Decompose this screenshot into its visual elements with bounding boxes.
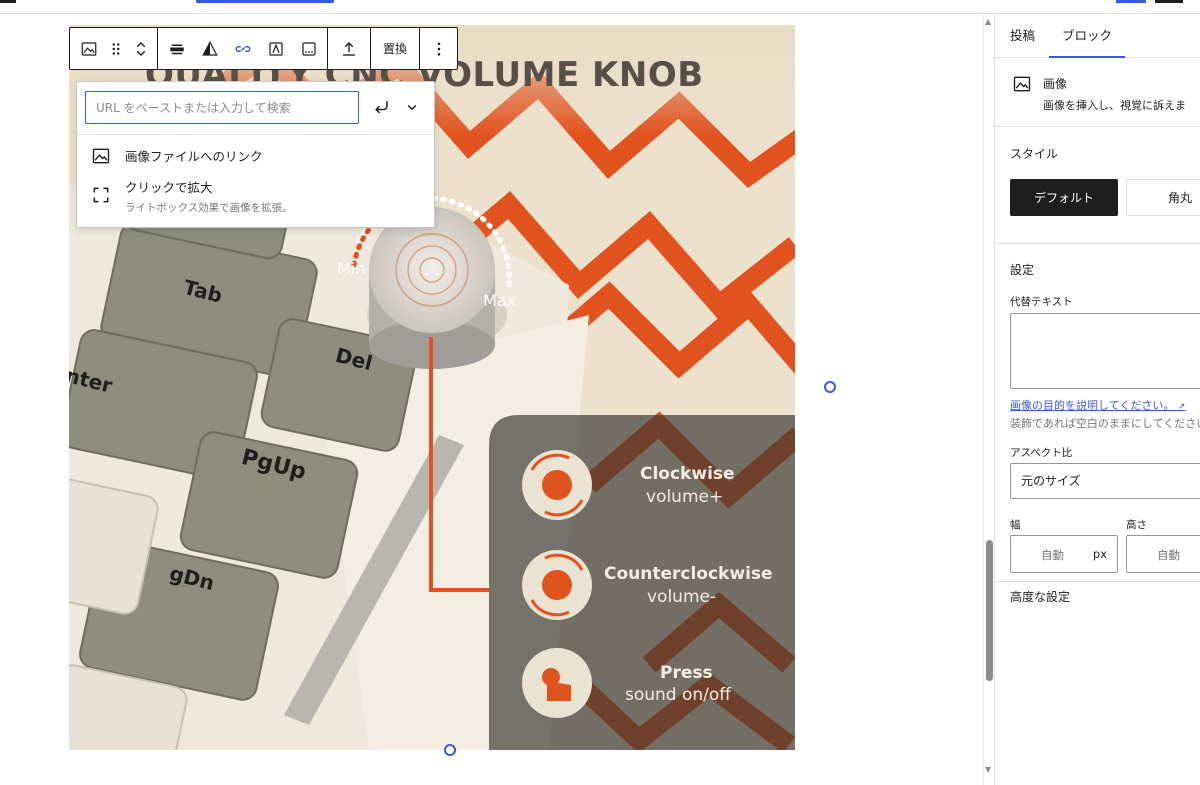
resize-handle-bottom[interactable] bbox=[444, 744, 456, 756]
width-input[interactable]: 自動 px bbox=[1010, 535, 1118, 573]
feature-press-subtitle: sound on/off bbox=[625, 685, 732, 705]
aspect-ratio-label: アスペクト比 bbox=[1010, 447, 1073, 459]
link-submit-button[interactable] bbox=[369, 94, 395, 120]
caption-icon bbox=[301, 41, 316, 56]
move-up-down-button[interactable] bbox=[127, 28, 155, 69]
height-placeholder: 自動 bbox=[1157, 548, 1180, 562]
height-input[interactable]: 自動 bbox=[1126, 535, 1200, 573]
link-settings-toggle[interactable] bbox=[399, 94, 425, 120]
resize-handle-right[interactable] bbox=[824, 381, 836, 393]
settings-sidebar: 投稿 ブロック 画像 画像を挿入し、視覚に訴えま スタイル デフォルト 角丸 設… bbox=[994, 15, 1200, 785]
link-url-input[interactable] bbox=[85, 91, 359, 124]
link-to-media-option[interactable]: 画像ファイルへのリンク bbox=[85, 146, 263, 166]
block-card: 画像 画像を挿入し、視覚に訴えま bbox=[995, 59, 1200, 127]
styles-heading: スタイル bbox=[1010, 147, 1059, 161]
knob-max-label: Max bbox=[483, 291, 517, 310]
chevron-up-down-icon bbox=[136, 41, 146, 56]
width-unit: px bbox=[1092, 547, 1107, 561]
image-icon bbox=[92, 148, 110, 164]
link-to-media-label: 画像ファイルへのリンク bbox=[125, 149, 263, 164]
scrollbar-thumb[interactable] bbox=[986, 540, 993, 681]
tab-block[interactable]: ブロック bbox=[1049, 15, 1126, 58]
link-icon bbox=[235, 45, 250, 52]
block-card-description: 画像を挿入し、視覚に訴えま bbox=[1043, 99, 1186, 112]
align-button[interactable] bbox=[160, 28, 193, 69]
upload-button[interactable] bbox=[330, 28, 368, 69]
image-icon bbox=[1013, 76, 1031, 92]
drag-handle-icon bbox=[112, 42, 120, 55]
alt-text-help-link[interactable]: 画像の目的を説明してください。 ↗ bbox=[1010, 397, 1185, 413]
link-popover: 画像ファイルへのリンク クリックで拡大 ライトボックス効果で画像を拡張。 bbox=[76, 81, 435, 228]
feature-press-title: Press bbox=[660, 663, 713, 683]
duotone-button[interactable] bbox=[193, 28, 226, 69]
image-icon bbox=[81, 41, 96, 56]
top-bar-left-indicator bbox=[0, 0, 16, 3]
toolbar-group-block bbox=[70, 28, 158, 69]
settings-panel: 設定 代替テキスト 画像の目的を説明してください。 ↗ 装飾であれば空白のままに… bbox=[995, 245, 1200, 582]
width-placeholder: 自動 bbox=[1041, 548, 1064, 562]
block-toolbar: 置換 bbox=[69, 27, 459, 70]
more-vertical-icon bbox=[437, 41, 440, 56]
block-card-title: 画像 bbox=[1043, 77, 1068, 91]
external-link-icon: ↗ bbox=[1177, 402, 1186, 412]
feature-counterclockwise-title: Counterclockwise bbox=[604, 564, 773, 584]
upload-icon bbox=[343, 41, 355, 56]
settings-heading: 設定 bbox=[1010, 263, 1035, 277]
top-bar bbox=[0, 0, 1200, 14]
advanced-panel-toggle[interactable]: 高度な設定 bbox=[1010, 588, 1070, 605]
top-bar-center-control[interactable] bbox=[196, 0, 334, 3]
alt-text-input[interactable] bbox=[1010, 313, 1200, 389]
feature-clockwise-subtitle: volume+ bbox=[646, 487, 724, 507]
expand-on-click-label: クリックで拡大 bbox=[125, 180, 213, 195]
knob-min-label: Min bbox=[337, 259, 366, 278]
alt-text-help-text: 装飾であれば空白のままにしてください bbox=[1010, 417, 1200, 430]
text-overlay-icon bbox=[268, 41, 283, 56]
expand-on-click-option[interactable]: クリックで拡大 ライトボックス効果で画像を拡張。 bbox=[85, 177, 293, 215]
top-bar-save-control[interactable] bbox=[1116, 0, 1146, 3]
toolbar-group-options bbox=[420, 28, 457, 69]
chevron-down-icon bbox=[407, 104, 417, 111]
caption-button[interactable] bbox=[292, 28, 325, 69]
feature-clockwise-title: Clockwise bbox=[640, 464, 735, 484]
scroll-up-arrow-icon[interactable]: ▲ bbox=[985, 17, 991, 26]
toolbar-group-replace: 置換 bbox=[371, 28, 421, 69]
fullscreen-icon bbox=[93, 187, 109, 203]
height-label: 高さ bbox=[1126, 519, 1147, 531]
style-default-button[interactable]: デフォルト bbox=[1010, 179, 1118, 216]
canvas-scrollbar[interactable]: ▲ ▼ bbox=[983, 15, 994, 785]
text-overlay-button[interactable] bbox=[259, 28, 292, 69]
alt-text-label: 代替テキスト bbox=[1010, 296, 1073, 308]
sidebar-tabs: 投稿 ブロック bbox=[995, 15, 1200, 58]
popover-divider bbox=[77, 134, 434, 135]
drag-handle-button[interactable] bbox=[105, 28, 127, 69]
toolbar-group-format bbox=[158, 28, 328, 69]
align-wide-icon bbox=[169, 44, 184, 54]
block-type-image-button[interactable] bbox=[72, 28, 105, 69]
width-label: 幅 bbox=[1010, 519, 1021, 531]
styles-panel: スタイル デフォルト 角丸 bbox=[995, 128, 1200, 244]
feature-counterclockwise-subtitle: volume- bbox=[647, 587, 717, 607]
duotone-icon bbox=[201, 40, 218, 56]
alt-text-help-link-label: 画像の目的を説明してください。 bbox=[1010, 399, 1175, 412]
style-rounded-button[interactable]: 角丸 bbox=[1126, 179, 1200, 216]
enter-icon bbox=[375, 101, 388, 114]
toolbar-group-media bbox=[328, 28, 371, 69]
editor-root: QUALITY CNC VOLUME KNOB Min Max Tab Del … bbox=[0, 0, 1200, 785]
aspect-ratio-select[interactable]: 元のサイズ bbox=[1010, 463, 1200, 499]
more-options-button[interactable] bbox=[422, 28, 455, 69]
tab-post[interactable]: 投稿 bbox=[1010, 15, 1035, 58]
top-bar-settings-control[interactable] bbox=[1155, 0, 1183, 3]
link-button[interactable] bbox=[226, 28, 259, 69]
replace-button[interactable]: 置換 bbox=[373, 28, 417, 69]
expand-on-click-description: ライトボックス効果で画像を拡張。 bbox=[125, 202, 293, 214]
scroll-down-arrow-icon[interactable]: ▼ bbox=[985, 765, 991, 774]
